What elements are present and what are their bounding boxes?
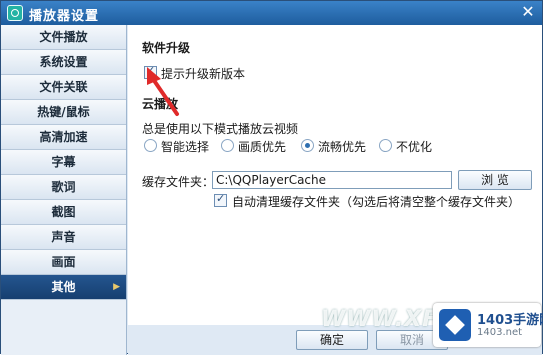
site-logo: 1403手游网 1403.net bbox=[433, 303, 543, 347]
logo-url: 1403.net bbox=[477, 327, 523, 338]
annotation-arrow-icon bbox=[147, 67, 179, 116]
settings-window: 播放器设置 ✕ 文件播放 系统设置 文件关联 热键/鼠标 高清加速 字幕 歌词 … bbox=[0, 0, 543, 355]
logo-name: 1403手游网 bbox=[477, 313, 543, 328]
cube-logo-icon bbox=[439, 309, 471, 341]
